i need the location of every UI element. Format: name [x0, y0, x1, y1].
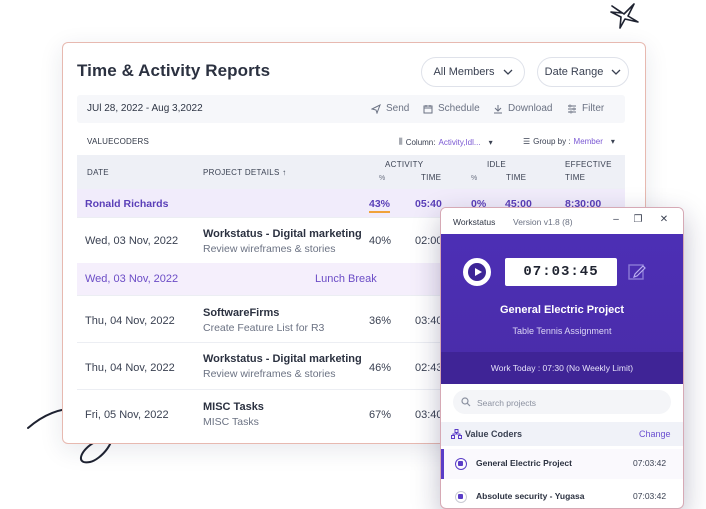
current-task-name: Table Tennis Assignment — [512, 326, 612, 336]
row-activity-time: 03:40 — [415, 409, 443, 421]
report-title: Time & Activity Reports — [77, 61, 271, 80]
summary-activity-pct: 43% — [369, 198, 391, 213]
header-date: DATE — [87, 168, 109, 177]
restore-button[interactable]: ❐ — [631, 214, 645, 225]
change-org-link[interactable]: Change — [639, 429, 671, 439]
header-activity: ACTIVITY — [385, 160, 424, 169]
column-selector[interactable]: ⫼ Column: Activity,Idl... ▾ — [399, 137, 493, 147]
chevron-down-icon — [611, 69, 621, 75]
members-filter-dropdown[interactable]: All Members — [421, 57, 525, 87]
report-toolbar: JUl 28, 2022 - Aug 3,2022 Send Schedule … — [77, 95, 625, 123]
timer-panel: 07:03:45 General Electric Project Table … — [441, 234, 683, 384]
stop-icon[interactable] — [455, 458, 467, 470]
date-range-dropdown[interactable]: Date Range — [537, 57, 629, 87]
schedule-button[interactable]: Schedule — [423, 103, 480, 114]
row-activity-time: 03:40 — [415, 315, 443, 327]
organization-bar: Value Coders Change — [441, 422, 683, 446]
row-project: Workstatus - Digital marketing — [203, 353, 362, 365]
break-date: Wed, 03 Nov, 2022 — [85, 273, 179, 285]
filter-icon — [568, 104, 576, 113]
widget-app-name: Workstatus — [453, 217, 496, 227]
row-task: Review wireframes & stories — [203, 243, 336, 255]
organization-name: Value Coders — [465, 429, 523, 439]
project-item-time: 07:03:42 — [633, 458, 667, 468]
row-task: Create Feature List for R3 — [203, 322, 325, 334]
report-subbar: VALUECODERS ⫼ Column: Activity,Idl... ▾ … — [77, 129, 625, 153]
row-activity-pct: 46% — [369, 362, 392, 374]
download-icon — [494, 104, 502, 113]
project-item-name: General Electric Project — [476, 458, 572, 468]
project-search-box — [453, 390, 671, 414]
row-date: Wed, 03 Nov, 2022 — [85, 235, 179, 247]
header-idle-time: TIME — [506, 173, 527, 182]
row-date: Thu, 04 Nov, 2022 — [85, 315, 175, 327]
widget-version: Version v1.8 (8) — [513, 217, 573, 227]
header-effective: EFFECTIVE — [565, 160, 612, 169]
timer-display: 07:03:45 — [505, 258, 617, 286]
minimize-button[interactable]: – — [609, 214, 623, 225]
row-task: Review wireframes & stories — [203, 368, 336, 380]
star-doodle-icon — [610, 3, 639, 29]
chevron-down-icon — [503, 69, 513, 75]
selected-date-range: JUl 28, 2022 - Aug 3,2022 — [87, 103, 203, 114]
widget-titlebar: Workstatus Version v1.8 (8) – ❐ ✕ — [441, 208, 683, 234]
row-project: SoftwareFirms — [203, 307, 280, 319]
company-name: VALUECODERS — [87, 137, 150, 146]
members-filter-label: All Members — [433, 66, 495, 78]
row-project: Workstatus - Digital marketing — [203, 228, 362, 240]
play-button[interactable] — [463, 258, 491, 286]
project-list-item[interactable]: Absolute security - Yugasa 07:03:42 — [441, 482, 683, 508]
header-activity-pct: % — [379, 175, 386, 182]
send-label: Send — [386, 103, 410, 114]
download-button[interactable]: Download — [493, 103, 552, 114]
group-value: Member — [573, 137, 603, 146]
calendar-icon — [423, 104, 433, 113]
send-button[interactable]: Send — [371, 103, 409, 114]
filter-button[interactable]: Filter — [567, 103, 604, 114]
header-project-sort[interactable]: PROJECT DETAILS ↑ — [203, 168, 287, 177]
play-circle-icon[interactable] — [455, 491, 467, 503]
table-header: DATE PROJECT DETAILS ↑ ACTIVITY % TIME I… — [77, 155, 625, 189]
search-input[interactable] — [475, 394, 659, 412]
row-date: Fri, 05 Nov, 2022 — [85, 409, 169, 421]
row-task: MISC Tasks — [203, 416, 259, 428]
caret-down-icon: ▾ — [488, 137, 493, 147]
download-label: Download — [508, 103, 553, 114]
row-activity-time: 02:00 — [415, 235, 443, 247]
work-today-status: Work Today : 07:30 (No Weekly Limit) — [441, 352, 683, 384]
edit-icon[interactable] — [627, 262, 647, 282]
caret-down-icon: ▾ — [610, 137, 615, 146]
filter-label: Filter — [582, 103, 605, 114]
search-icon — [461, 397, 471, 407]
row-activity-time: 02:43 — [415, 362, 443, 374]
row-activity-pct: 36% — [369, 315, 392, 327]
send-icon — [371, 103, 381, 114]
project-list-item[interactable]: General Electric Project 07:03:42 — [441, 449, 683, 479]
row-project: MISC Tasks — [203, 401, 264, 413]
row-activity-pct: 40% — [369, 235, 392, 247]
close-button[interactable]: ✕ — [657, 214, 671, 225]
row-date: Thu, 04 Nov, 2022 — [85, 362, 175, 374]
timer-widget-window: Workstatus Version v1.8 (8) – ❐ ✕ 07:03:… — [440, 207, 684, 509]
date-range-label: Date Range — [544, 66, 604, 78]
header-idle-pct: % — [471, 175, 478, 182]
group-by-selector[interactable]: ☰ Group by : Member ▾ — [523, 137, 615, 146]
member-name: Ronald Richards — [85, 198, 169, 210]
schedule-label: Schedule — [438, 103, 480, 114]
org-tree-icon — [451, 429, 462, 439]
header-effective-time: TIME — [565, 173, 586, 182]
header-idle: IDLE — [487, 160, 506, 169]
column-value: Activity,Idl... — [438, 137, 481, 147]
break-label: Lunch Break — [315, 273, 377, 285]
current-project-name: General Electric Project — [499, 304, 625, 316]
column-label: Column: — [405, 137, 436, 147]
play-icon — [468, 263, 486, 281]
columns-icon: ⫼ — [399, 137, 403, 146]
summary-activity-time: 05:40 — [415, 198, 442, 210]
header-activity-time: TIME — [421, 173, 442, 182]
row-activity-pct: 67% — [369, 409, 392, 421]
group-label: Group by : — [533, 137, 571, 146]
list-icon: ☰ — [523, 137, 531, 146]
